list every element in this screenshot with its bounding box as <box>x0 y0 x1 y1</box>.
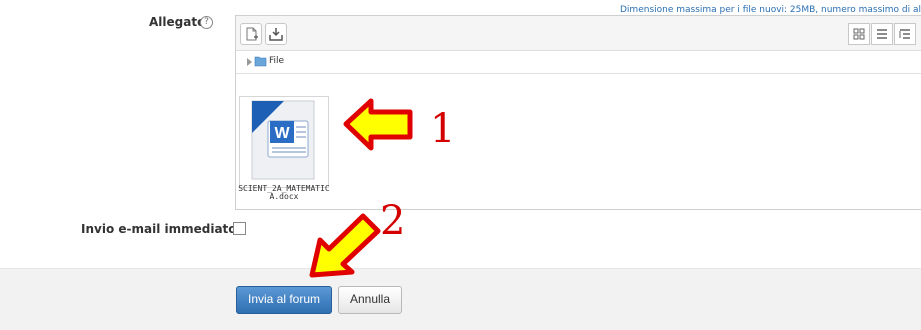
file-thumbnail[interactable]: W <box>239 96 329 188</box>
add-file-icon <box>246 27 258 41</box>
view-list-button[interactable] <box>871 23 893 45</box>
file-picker-toolbar <box>236 16 921 51</box>
email-immediate-label: Invio e-mail immediato <box>81 222 237 236</box>
help-icon[interactable]: ? <box>200 16 213 29</box>
word-document-icon: W <box>251 100 315 180</box>
cancel-button[interactable]: Annulla <box>338 286 402 314</box>
email-immediate-checkbox[interactable] <box>233 222 246 235</box>
view-tree-button[interactable] <box>894 23 916 45</box>
annotation-arrow-2 <box>309 213 381 278</box>
form-footer <box>0 268 921 330</box>
max-file-info: Dimensione massima per i file nuovi: 25M… <box>620 5 921 15</box>
annotation-number-2: 2 <box>380 198 406 244</box>
submit-button[interactable]: Invia al forum <box>236 286 332 314</box>
view-icons-button[interactable] <box>848 23 870 45</box>
breadcrumb-folder[interactable]: File <box>269 56 284 66</box>
download-all-button[interactable] <box>265 23 287 45</box>
svg-text:W: W <box>274 125 290 142</box>
file-name[interactable]: SCIENT_2A_MATEMATICA.docx <box>236 185 332 201</box>
download-icon <box>269 28 283 41</box>
add-file-button[interactable] <box>240 23 262 45</box>
annotation-number-1: 1 <box>430 106 456 152</box>
breadcrumb: File <box>236 51 921 74</box>
grid-view-icon <box>853 28 865 40</box>
folder-icon <box>254 56 267 67</box>
file-picker: File W SCIENT_2A_MATEMATICA.docx <box>235 15 921 210</box>
list-view-icon <box>877 29 887 39</box>
attachment-label: Allegato <box>149 15 206 29</box>
tree-view-icon <box>899 29 910 39</box>
